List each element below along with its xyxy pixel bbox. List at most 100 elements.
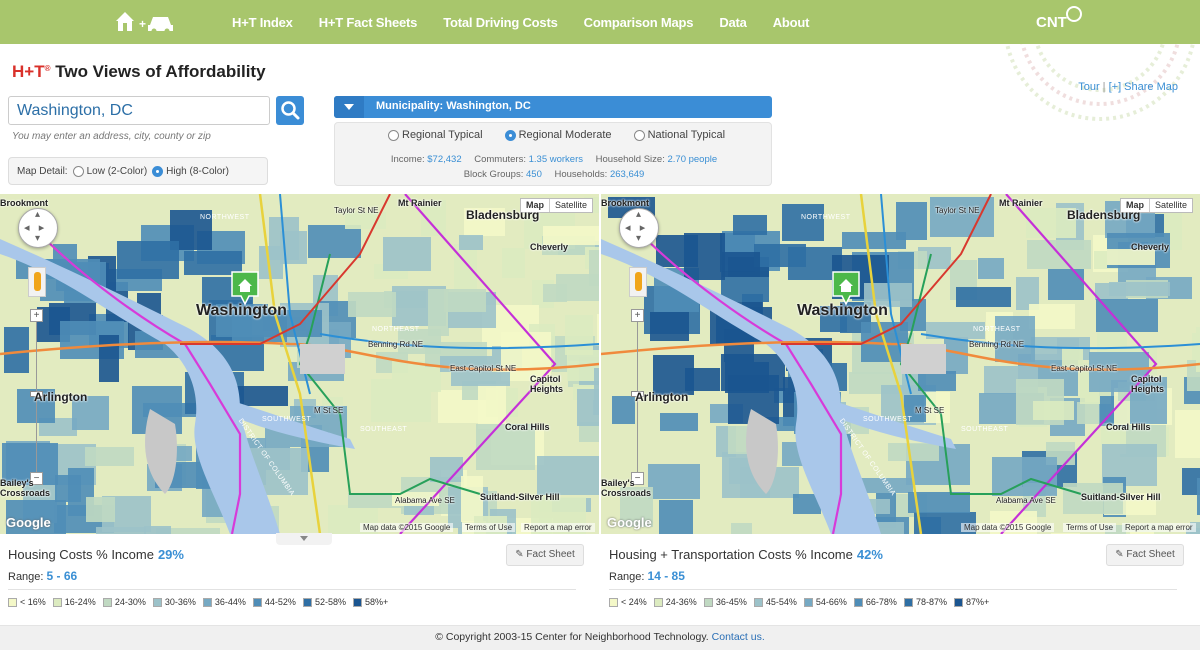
- label-arlington: Arlington: [635, 390, 689, 404]
- national-typical-label[interactable]: National Typical: [648, 129, 725, 141]
- legend-label: 52-58%: [314, 597, 346, 607]
- map-detail-control: Map Detail: Low (2-Color) High (8-Color): [8, 157, 268, 185]
- municipality-label: Municipality: Washington, DC: [376, 100, 531, 112]
- radio-regional-moderate[interactable]: [504, 129, 516, 141]
- zoom-in-button[interactable]: +: [30, 309, 43, 322]
- label-benning-rd: Benning Rd NE: [969, 340, 1025, 349]
- terms-of-use-link[interactable]: Terms of Use: [462, 523, 516, 532]
- label-northeast: NORTHEAST: [372, 326, 420, 333]
- pegman-icon[interactable]: [28, 267, 46, 297]
- nav-ht-index[interactable]: H+T Index: [232, 15, 293, 30]
- legend-item: 78-87%: [903, 597, 947, 607]
- collapse-caret-icon[interactable]: [334, 96, 364, 118]
- zoom-in-button[interactable]: +: [631, 309, 644, 322]
- low-detail-label[interactable]: Low (2-Color): [87, 166, 148, 177]
- radio-high-detail[interactable]: [152, 165, 164, 177]
- label-east-capitol: East Capitol St NE: [1051, 364, 1118, 373]
- legend-item: 36-45%: [703, 597, 747, 607]
- high-detail-label[interactable]: High (8-Color): [166, 166, 229, 177]
- housing-value: 29%: [157, 547, 184, 562]
- nav-about[interactable]: About: [773, 15, 810, 30]
- pan-control-icon[interactable]: [619, 208, 659, 248]
- terms-of-use-link[interactable]: Terms of Use: [1063, 523, 1117, 532]
- location-search-input[interactable]: [8, 96, 270, 125]
- label-m-st: M St SE: [314, 406, 344, 415]
- map-type-satellite[interactable]: Satellite: [550, 199, 592, 212]
- google-logo[interactable]: Google: [6, 515, 51, 530]
- household-size-label: Household Size:: [595, 154, 665, 165]
- cnt-ring-icon: [1066, 6, 1082, 22]
- house-plus-car-icon[interactable]: +: [114, 8, 176, 34]
- housing-fact-sheet-button[interactable]: ✎ Fact Sheet: [506, 544, 584, 566]
- label-taylor-st: Taylor St NE: [334, 206, 379, 215]
- legend-swatch: [102, 597, 112, 607]
- home-marker-icon[interactable]: [831, 270, 861, 306]
- label-benning-rd: Benning Rd NE: [368, 340, 424, 349]
- ht-legend-panel: Housing + Transportation Costs % Income 4…: [601, 540, 1191, 622]
- home-marker-icon[interactable]: [230, 270, 260, 306]
- report-map-error-link[interactable]: Report a map error: [521, 523, 595, 532]
- municipality-header[interactable]: Municipality: Washington, DC: [334, 96, 772, 118]
- ht-fact-sheet-button[interactable]: ✎ Fact Sheet: [1106, 544, 1184, 566]
- svg-text:+: +: [139, 17, 146, 31]
- housing-range: Range: 5 - 66: [8, 569, 77, 583]
- housing-transport-cost-map[interactable]: + − Map Satellite Washington Arlington B…: [601, 194, 1200, 534]
- label-mt-rainier: Mt Rainier: [398, 198, 442, 208]
- nav-data[interactable]: Data: [719, 15, 747, 30]
- legend-swatch: [803, 597, 813, 607]
- legend-swatch: [653, 597, 663, 607]
- cnt-logo[interactable]: CNT: [1036, 14, 1067, 31]
- block-groups-value: 450: [526, 169, 542, 180]
- tour-link[interactable]: Tour: [1078, 81, 1099, 93]
- title-registered: ®: [44, 64, 51, 73]
- share-map-link[interactable]: [+] Share Map: [1109, 81, 1178, 93]
- legend-label: 87%+: [965, 597, 990, 607]
- label-cheverly: Cheverly: [530, 242, 569, 252]
- report-map-error-link[interactable]: Report a map error: [1122, 523, 1196, 532]
- label-washington: Washington: [196, 302, 287, 319]
- nav-comparison-maps[interactable]: Comparison Maps: [584, 15, 694, 30]
- pan-control-icon[interactable]: [18, 208, 58, 248]
- search-button[interactable]: [276, 96, 304, 125]
- housing-fact-sheet-label: Fact Sheet: [526, 549, 575, 560]
- legend-label: 44-52%: [264, 597, 296, 607]
- legend-item: 16-24%: [52, 597, 96, 607]
- regional-typical-label[interactable]: Regional Typical: [402, 129, 483, 141]
- regional-moderate-label[interactable]: Regional Moderate: [519, 129, 612, 141]
- legend-swatch: [8, 597, 17, 607]
- legend-label: 78-87%: [915, 597, 947, 607]
- legend-swatch: [202, 597, 212, 607]
- legend-swatch: [609, 597, 618, 607]
- radio-regional-typical[interactable]: [388, 129, 399, 141]
- pegman-icon[interactable]: [629, 267, 647, 297]
- label-alabama-ave: Alabama Ave SE: [395, 496, 455, 505]
- ht-divider: [609, 589, 1177, 590]
- radio-national-typical[interactable]: [633, 129, 645, 141]
- search-hint: You may enter an address, city, county o…: [12, 131, 211, 142]
- legend-label: 16-24%: [64, 597, 96, 607]
- housing-cost-map[interactable]: + − Map Satellite Washington Arlington B…: [0, 194, 599, 534]
- label-southwest: SOUTHWEST: [863, 416, 913, 423]
- ht-heading: Housing + Transportation Costs % Income 4…: [609, 547, 883, 562]
- legend-item: 24-30%: [102, 597, 146, 607]
- label-washington: Washington: [797, 302, 888, 319]
- households-value: 263,649: [609, 169, 645, 180]
- title-brand: H+T: [12, 62, 45, 81]
- legend-swatch: [52, 597, 62, 607]
- google-logo[interactable]: Google: [607, 515, 652, 530]
- top-links: Tour | [+] Share Map: [1078, 81, 1178, 93]
- radio-low-detail[interactable]: [72, 165, 84, 177]
- label-taylor-st: Taylor St NE: [935, 206, 980, 215]
- label-east-capitol: East Capitol St NE: [450, 364, 517, 373]
- link-separator: |: [1102, 81, 1106, 93]
- contact-link[interactable]: Contact us.: [712, 631, 765, 643]
- legend-swatch: [352, 597, 362, 607]
- legend-item: 52-58%: [302, 597, 346, 607]
- nav-fact-sheets[interactable]: H+T Fact Sheets: [319, 15, 418, 30]
- label-capitol-heights: Capitol Heights: [1131, 374, 1165, 394]
- map-type-satellite[interactable]: Satellite: [1150, 199, 1192, 212]
- legend-item: 36-44%: [202, 597, 246, 607]
- nav-driving-costs[interactable]: Total Driving Costs: [443, 15, 558, 30]
- housing-range-value: 5 - 66: [46, 569, 78, 583]
- municipality-panel: Regional Typical Regional Moderate Natio…: [334, 122, 772, 186]
